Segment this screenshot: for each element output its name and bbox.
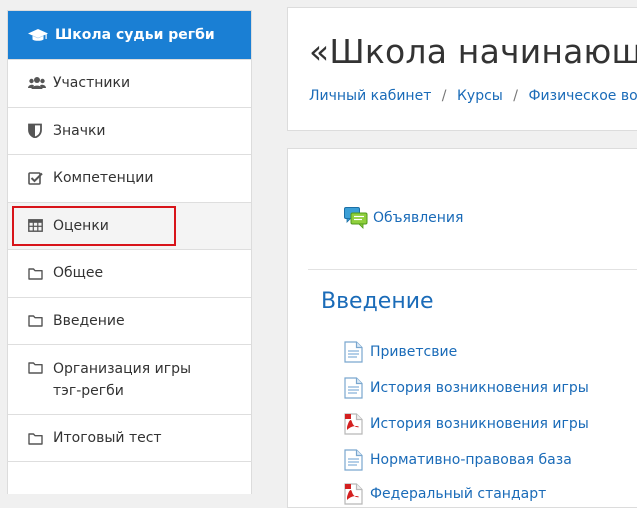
sidebar-item-label: Значки [53, 122, 106, 139]
activity-label: История возникновения игры [370, 416, 589, 432]
page-header: «Школа начинающе Личный кабинет / Курсы … [287, 7, 637, 131]
announcements-label: Объявления [373, 210, 464, 226]
users-icon [28, 76, 46, 90]
breadcrumb-separator: / [513, 88, 519, 104]
activity-link-federal-standard[interactable]: Федеральный стандарт [344, 483, 546, 505]
course-sidebar: Школа судьи регби Участники Значки Компе… [7, 10, 252, 494]
graduation-cap-icon [28, 27, 48, 43]
sidebar-item-introduction[interactable]: Введение [8, 296, 251, 345]
sidebar-course-title: Школа судьи регби [55, 27, 215, 43]
page-icon [344, 449, 363, 471]
activity-label: Федеральный стандарт [370, 486, 547, 502]
table-icon [28, 219, 46, 233]
activity-label: История возникновения игры [370, 380, 589, 396]
sidebar-item-label: Оценки [53, 217, 109, 234]
sidebar-item-label: Участники [53, 75, 131, 92]
sidebar-item-final-test[interactable]: Итоговый тест [8, 414, 251, 462]
sidebar-item-competencies[interactable]: Компетенции [8, 154, 251, 202]
sidebar-item-label: Организация игры тэг-регби [53, 361, 192, 399]
pdf-icon [344, 413, 363, 435]
breadcrumb-courses[interactable]: Курсы [457, 88, 503, 104]
sidebar-item-grades[interactable]: Оценки [8, 201, 251, 249]
activity-link-welcome[interactable]: Приветсвие [344, 341, 457, 363]
activity-link-history-pdf[interactable]: История возникновения игры [344, 413, 589, 435]
sidebar-item-game-organization[interactable]: Организация игры тэг-регби [8, 344, 251, 414]
forum-icon [344, 207, 368, 229]
sidebar-item-label: Общее [53, 265, 104, 282]
folder-icon [28, 267, 46, 280]
sidebar-item-label: Компетенции [53, 170, 154, 187]
sidebar-item-general[interactable]: Общее [8, 249, 251, 297]
pdf-icon [344, 483, 363, 505]
course-content: Объявления Введение Приветсвие История в… [287, 148, 637, 508]
shield-icon [28, 123, 46, 139]
checkbox-icon [28, 171, 46, 186]
activity-label: Приветсвие [370, 344, 458, 360]
breadcrumb: Личный кабинет / Курсы / Физическое восп… [309, 88, 637, 104]
sidebar-item-label: Введение [53, 312, 125, 329]
section-title-introduction: Введение [321, 289, 434, 314]
announcements-link[interactable]: Объявления [344, 207, 463, 229]
sidebar-course-header[interactable]: Школа судьи регби [8, 11, 251, 59]
folder-icon [28, 314, 46, 327]
folder-icon [28, 432, 46, 445]
activity-link-history-page[interactable]: История возникновения игры [344, 377, 589, 399]
page-title: «Школа начинающе [309, 32, 637, 71]
breadcrumb-separator: / [441, 88, 447, 104]
page-icon [344, 377, 363, 399]
sidebar-item-badges[interactable]: Значки [8, 106, 251, 155]
sidebar-item-participants[interactable]: Участники [8, 59, 251, 107]
breadcrumb-category[interactable]: Физическое воспи [528, 88, 637, 104]
activity-label: Нормативно-правовая база [370, 452, 572, 468]
sidebar-item-label: Итоговый тест [53, 430, 162, 447]
section-divider [308, 269, 637, 270]
page-icon [344, 341, 363, 363]
breadcrumb-dashboard[interactable]: Личный кабинет [309, 88, 431, 104]
activity-link-legal-base[interactable]: Нормативно-правовая база [344, 449, 572, 471]
folder-icon [28, 361, 46, 374]
sidebar-divider [7, 461, 252, 462]
